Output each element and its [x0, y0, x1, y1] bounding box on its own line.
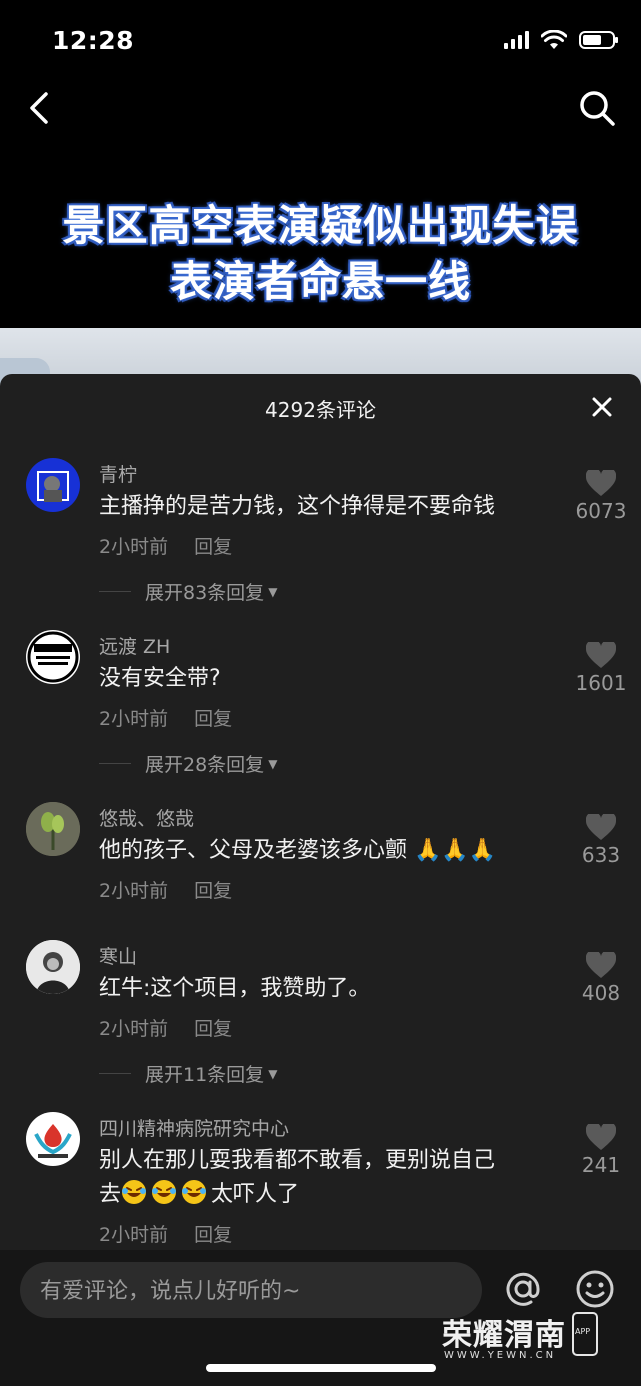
comment-input-container[interactable]: [20, 1262, 482, 1320]
expand-replies-label: 展开83条回复: [145, 582, 265, 604]
avatar[interactable]: [26, 458, 80, 512]
comment-text: 红牛:这个项目，我赞助了。: [99, 976, 371, 1001]
comment-time: 2小时前: [99, 880, 169, 902]
like-button[interactable]: 1601: [573, 642, 629, 695]
status-time: 12:28: [52, 26, 135, 55]
cellular-signal-icon: [504, 31, 529, 49]
comment-input[interactable]: [38, 1262, 472, 1320]
comment-meta: 2小时前 回复: [99, 1220, 232, 1247]
at-mention-icon[interactable]: [502, 1268, 544, 1310]
like-count: 6073: [575, 499, 627, 523]
like-count: 408: [581, 981, 621, 1005]
expand-replies-button[interactable]: 展开83条回复 ▼: [99, 578, 277, 605]
heart-icon: [586, 814, 616, 840]
reply-button[interactable]: 回复: [194, 536, 232, 558]
expand-replies-button[interactable]: 展开28条回复 ▼: [99, 750, 277, 777]
reply-button[interactable]: 回复: [194, 1018, 232, 1040]
avatar[interactable]: [26, 940, 80, 994]
comment-author[interactable]: 远渡 ZH: [99, 632, 170, 659]
comment-meta: 2小时前 回复: [99, 704, 232, 731]
comment-text: 别人在那儿耍我看都不敢看，更别说自己 去 太吓人了: [99, 1144, 559, 1212]
video-caption: 景区高空表演疑似出现失误 表演者命悬一线: [0, 198, 641, 310]
comment-meta: 2小时前 回复: [99, 532, 232, 559]
comments-sheet: 4292条评论 青柠 主播挣的是苦力钱，这个挣得是不要命钱 2小时前 回复 607…: [0, 374, 641, 1386]
comment-text: 他的孩子、父母及老婆该多心颤 🙏🙏🙏: [99, 834, 559, 868]
laughing-crying-emoji-icon: [121, 1180, 211, 1207]
expand-replies-label: 展开28条回复: [145, 754, 265, 776]
heart-icon: [586, 952, 616, 978]
comment-author[interactable]: 四川精神病院研究中心: [99, 1114, 289, 1141]
status-bar: 12:28: [0, 0, 641, 80]
like-button[interactable]: 408: [573, 952, 629, 1005]
close-icon[interactable]: [589, 394, 615, 420]
heart-icon: [586, 1124, 616, 1150]
comment-author[interactable]: 青柠: [99, 460, 137, 487]
like-count: 633: [581, 843, 621, 867]
watermark-app-label: APP: [575, 1327, 591, 1336]
expand-replies-button[interactable]: 展开11条回复 ▼: [99, 1060, 277, 1087]
like-count: 241: [581, 1153, 621, 1177]
reply-button[interactable]: 回复: [194, 708, 232, 730]
watermark-url: WWW.YEWN.CN: [444, 1350, 557, 1361]
like-button[interactable]: 241: [573, 1124, 629, 1177]
video-caption-line2: 表演者命悬一线: [169, 257, 471, 306]
like-button[interactable]: 6073: [573, 470, 629, 523]
home-indicator[interactable]: [206, 1364, 436, 1372]
comment-author[interactable]: 寒山: [99, 942, 137, 969]
reply-button[interactable]: 回复: [194, 1224, 232, 1246]
video-caption-line1: 景区高空表演疑似出现失误: [62, 201, 579, 250]
caret-down-icon: ▼: [268, 584, 278, 599]
comment-time: 2小时前: [99, 1018, 169, 1040]
comment-text-line2-suffix: 太吓人了: [211, 1182, 300, 1207]
comment-meta: 2小时前 回复: [99, 876, 232, 903]
avatar[interactable]: [26, 1112, 80, 1166]
phone-icon: APP: [572, 1312, 598, 1356]
comments-count-title: 4292条评论: [265, 398, 376, 422]
comment-text: 没有安全带?: [99, 666, 221, 691]
comment-author[interactable]: 悠哉、悠哉: [99, 804, 194, 831]
folded-hands-icon: 🙏🙏🙏: [414, 838, 497, 863]
comment-text: 主播挣的是苦力钱，这个挣得是不要命钱: [99, 494, 496, 519]
avatar[interactable]: [26, 802, 80, 856]
caret-down-icon: ▼: [268, 1066, 278, 1081]
comment-time: 2小时前: [99, 1224, 169, 1246]
comment-text-body: 他的孩子、父母及老婆该多心颤: [99, 838, 408, 863]
heart-icon: [586, 642, 616, 668]
comments-header: 4292条评论: [0, 374, 641, 440]
search-icon[interactable]: [577, 88, 617, 128]
comment-meta: 2小时前 回复: [99, 1014, 232, 1041]
caret-down-icon: ▼: [268, 756, 278, 771]
comment-text-line1: 别人在那儿耍我看都不敢看，更别说自己: [99, 1148, 496, 1173]
battery-icon: [579, 31, 618, 49]
back-icon[interactable]: [22, 86, 62, 130]
like-count: 1601: [575, 671, 627, 695]
expand-replies-label: 展开11条回复: [145, 1064, 265, 1086]
watermark-logo: 荣耀渭南 WWW.YEWN.CN APP: [442, 1310, 632, 1366]
comment-time: 2小时前: [99, 708, 169, 730]
comment-time: 2小时前: [99, 536, 169, 558]
watermark-text: 荣耀渭南: [442, 1318, 566, 1353]
reply-button[interactable]: 回复: [194, 880, 232, 902]
heart-icon: [586, 470, 616, 496]
wifi-icon: [541, 30, 567, 49]
emoji-icon[interactable]: [574, 1268, 616, 1310]
avatar[interactable]: [26, 630, 80, 684]
comment-text-line2: 去 太吓人了: [99, 1178, 559, 1212]
like-button[interactable]: 633: [573, 814, 629, 867]
comment-text-line2-prefix: 去: [99, 1182, 122, 1207]
